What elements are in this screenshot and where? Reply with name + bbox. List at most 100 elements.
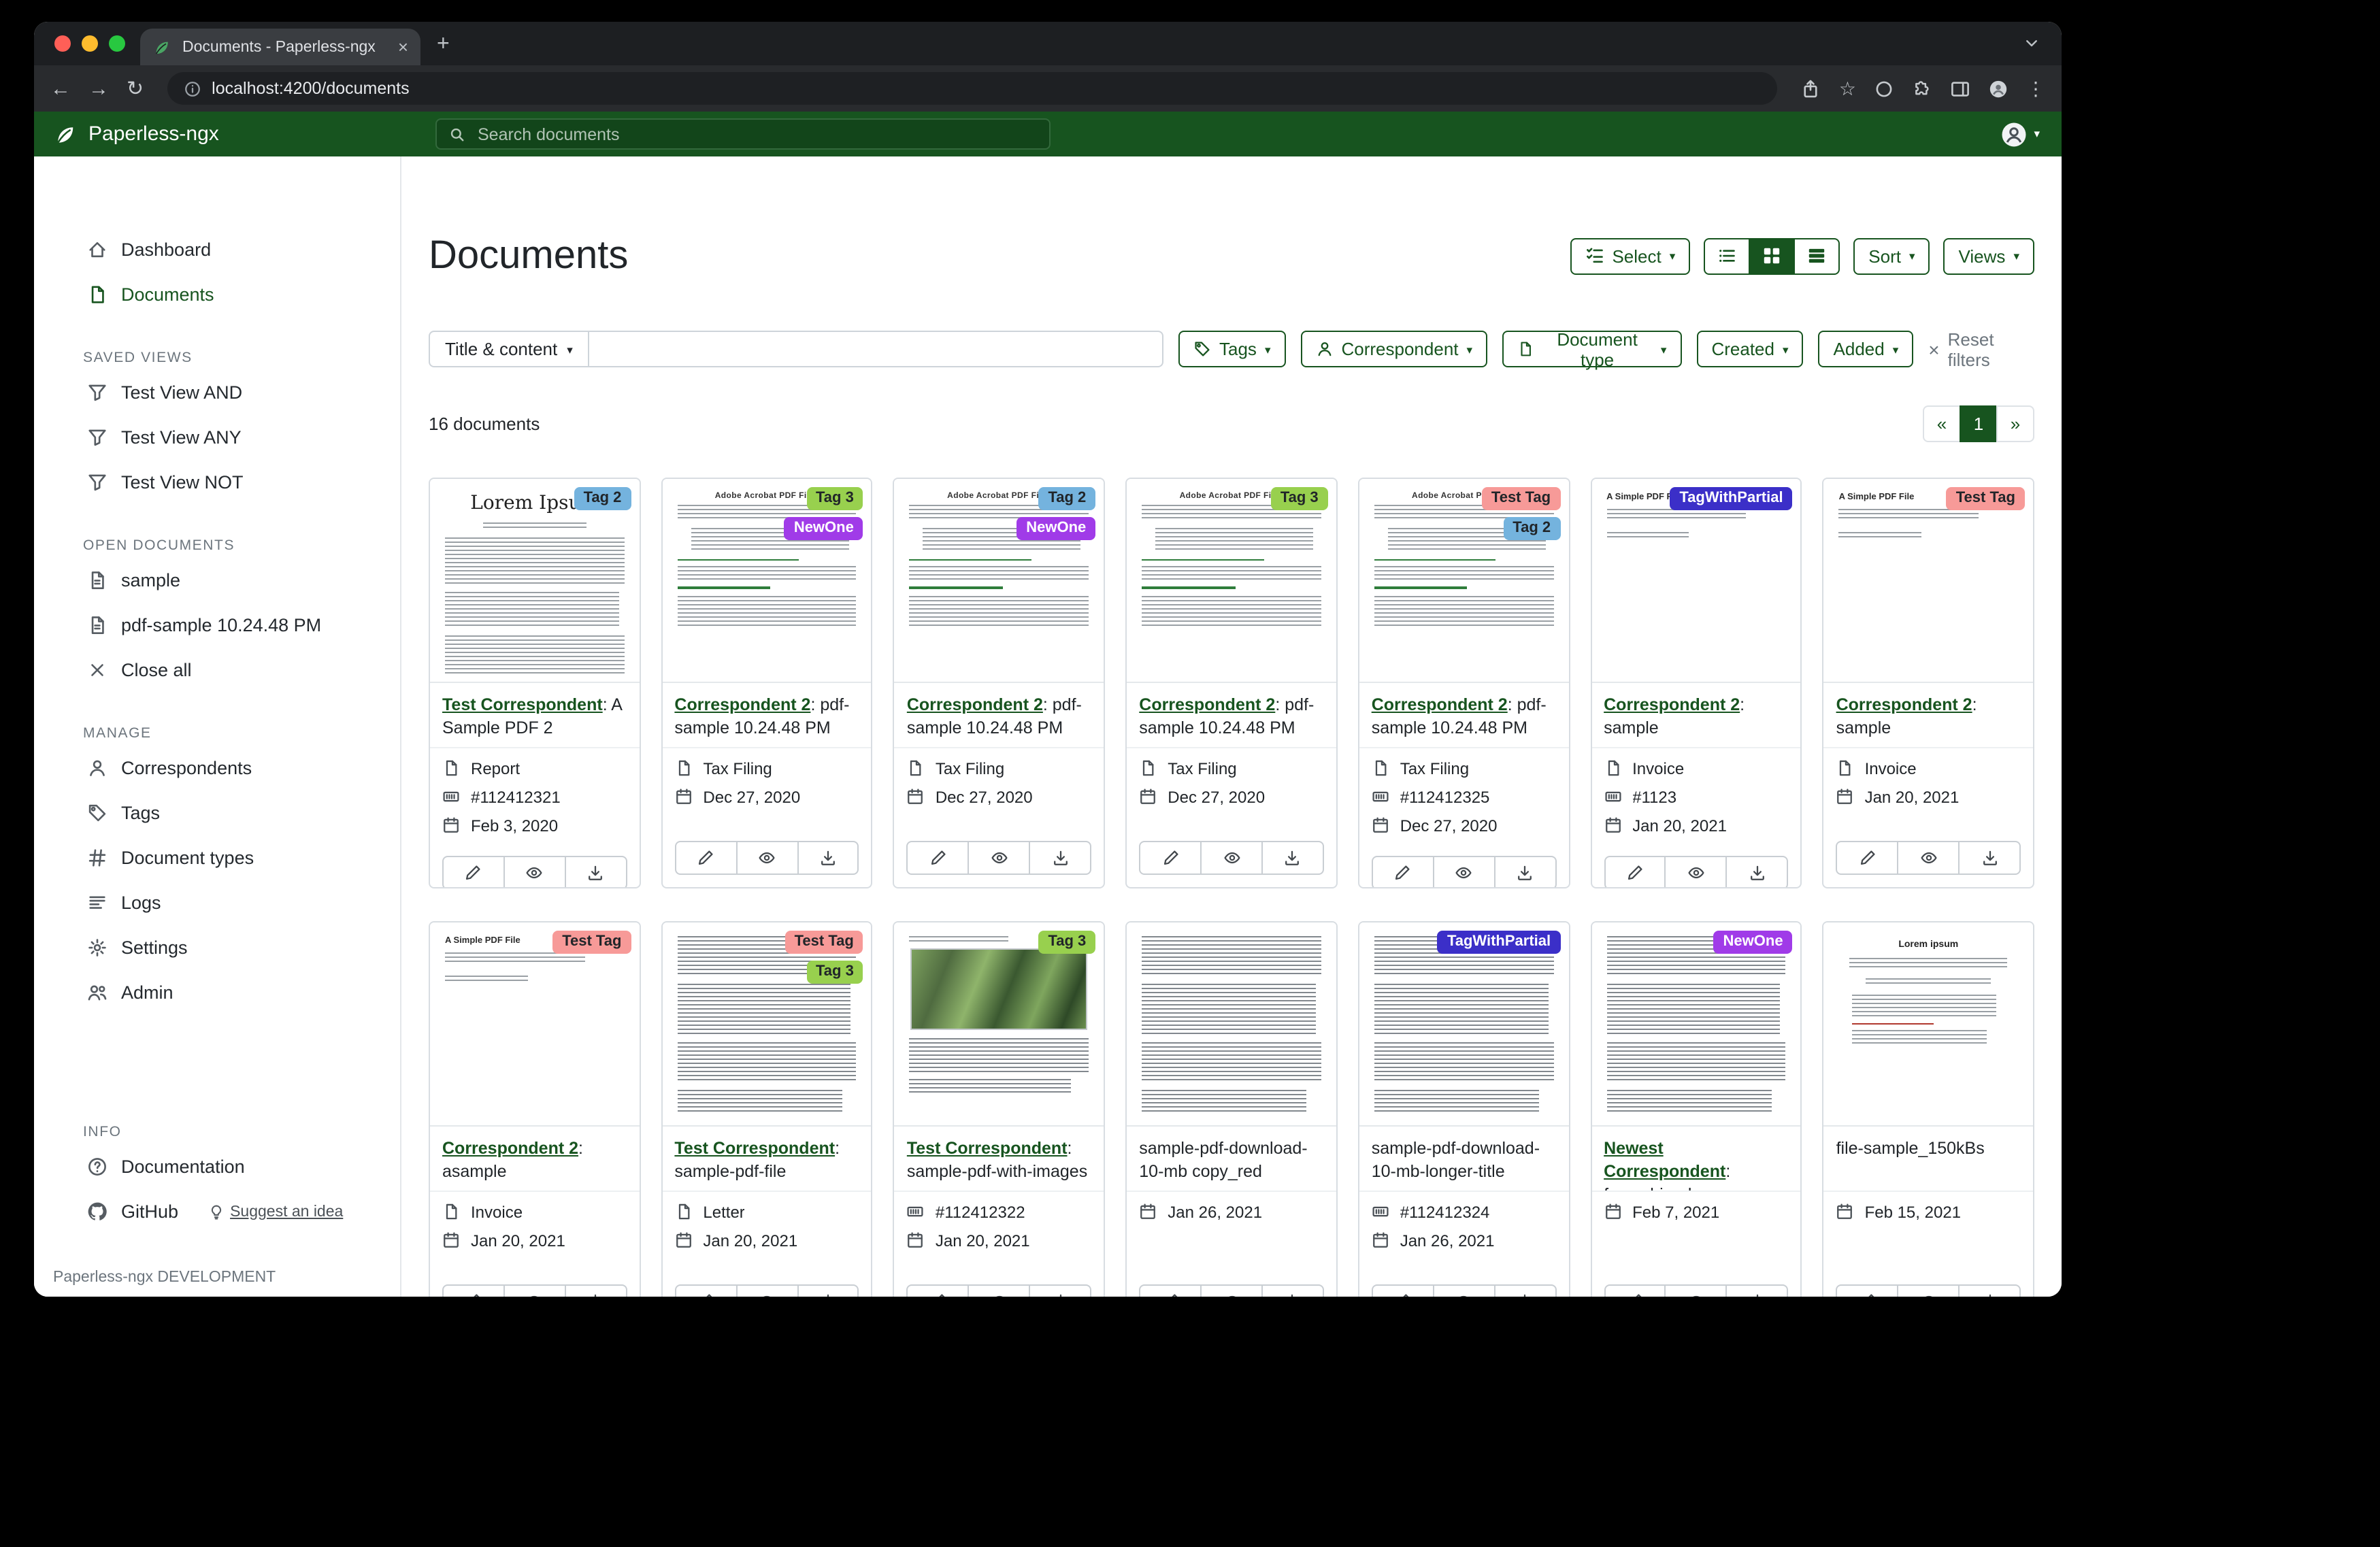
correspondent-link[interactable]: Correspondent 2 — [907, 695, 1043, 714]
tags-filter-button[interactable]: Tags ▾ — [1178, 331, 1286, 368]
site-info-icon[interactable] — [183, 80, 201, 97]
download-button[interactable] — [565, 856, 627, 888]
tag-badge[interactable]: TagWithPartial — [1670, 487, 1792, 510]
document-thumbnail[interactable]: Adobe Acrobat PDF FilesTest TagTag 2 — [1359, 479, 1568, 683]
download-button[interactable] — [797, 841, 859, 875]
correspondent-link[interactable]: Correspondent 2 — [1372, 695, 1508, 714]
document-thumbnail[interactable] — [1127, 922, 1336, 1127]
preview-button[interactable] — [1200, 1284, 1263, 1297]
correspondent-link[interactable]: Correspondent 2 — [442, 1139, 578, 1158]
download-button[interactable] — [1958, 1284, 2021, 1297]
reset-filters-button[interactable]: × Reset filters — [1928, 329, 2034, 370]
new-tab-button[interactable]: + — [437, 34, 450, 56]
correspondent-link[interactable]: Test Correspondent — [442, 695, 603, 714]
download-button[interactable] — [1029, 1284, 1091, 1297]
app-brand[interactable]: Paperless-ngx — [53, 122, 435, 146]
sidebar-item-saved-view[interactable]: Test View AND — [34, 370, 400, 415]
preview-button[interactable] — [1665, 1284, 1728, 1297]
sidebar-item-logs[interactable]: Logs — [34, 880, 400, 925]
browser-profile-avatar[interactable] — [1988, 78, 2009, 99]
back-icon[interactable]: ← — [50, 78, 71, 99]
correspondent-filter-button[interactable]: Correspondent ▾ — [1301, 331, 1488, 368]
edit-button[interactable] — [1836, 841, 1899, 875]
sidebar-item-open-document[interactable]: sample — [34, 558, 400, 603]
tab-search-chevron-icon[interactable] — [2023, 35, 2040, 52]
created-filter-button[interactable]: Created ▾ — [1696, 331, 1803, 368]
page-prev-button[interactable]: « — [1923, 405, 1961, 442]
sidebar-item-settings[interactable]: Settings — [34, 925, 400, 970]
edit-button[interactable] — [442, 1284, 505, 1297]
download-button[interactable] — [1261, 1284, 1324, 1297]
preview-button[interactable] — [968, 841, 1031, 875]
correspondent-link[interactable]: Correspondent 2 — [1604, 695, 1740, 714]
views-button[interactable]: Views ▾ — [1944, 238, 2034, 275]
forward-icon[interactable]: → — [88, 78, 109, 99]
preview-button[interactable] — [1200, 841, 1263, 875]
global-search[interactable] — [435, 118, 1051, 150]
tag-badge[interactable]: TagWithPartial — [1438, 931, 1560, 954]
document-thumbnail[interactable]: NewOne — [1591, 922, 1800, 1127]
minimize-window-button[interactable] — [82, 35, 98, 52]
sort-button[interactable]: Sort ▾ — [1853, 238, 1930, 275]
document-thumbnail[interactable]: A Simple PDF FileTagWithPartial — [1591, 479, 1800, 683]
added-filter-button[interactable]: Added ▾ — [1819, 331, 1914, 368]
view-details-button[interactable] — [1704, 238, 1750, 275]
document-type-filter-button[interactable]: Document type ▾ — [1502, 331, 1681, 368]
extensions-puzzle-icon[interactable] — [1912, 78, 1932, 99]
user-menu[interactable]: ▾ — [2000, 120, 2040, 148]
sidebar-item-document-types[interactable]: Document types — [34, 835, 400, 880]
filter-text-input[interactable] — [589, 331, 1163, 368]
correspondent-link[interactable]: Correspondent 2 — [1836, 695, 1972, 714]
tag-badge[interactable]: Test Tag — [1947, 487, 2025, 510]
download-button[interactable] — [797, 1284, 859, 1297]
tag-badge[interactable]: Tag 3 — [806, 961, 863, 984]
document-thumbnail[interactable]: Test Tag Tag 3 — [662, 922, 871, 1127]
preview-button[interactable] — [736, 841, 798, 875]
sidebar-item-close-all[interactable]: Close all — [34, 648, 400, 693]
download-button[interactable] — [1493, 1284, 1556, 1297]
tag-badge[interactable]: Tag 2 — [1503, 517, 1560, 540]
download-button[interactable] — [1029, 841, 1091, 875]
edit-button[interactable] — [1604, 856, 1666, 888]
browser-menu-kebab-icon[interactable]: ⋮ — [2026, 79, 2045, 98]
sidebar-item-correspondents[interactable]: Correspondents — [34, 746, 400, 791]
edit-button[interactable] — [1372, 856, 1434, 888]
tag-badge[interactable]: Tag 3 — [1038, 931, 1095, 954]
edit-button[interactable] — [1836, 1284, 1899, 1297]
reload-icon[interactable]: ↻ — [127, 78, 144, 99]
sidebar-item-github[interactable]: GitHub Suggest an idea — [34, 1189, 400, 1234]
browser-tab[interactable]: Documents - Paperless-ngx × — [140, 29, 420, 65]
preview-button[interactable] — [736, 1284, 798, 1297]
correspondent-link[interactable]: Newest Correspondent — [1604, 1139, 1725, 1181]
view-grid-button[interactable] — [1749, 238, 1795, 275]
edit-button[interactable] — [442, 856, 505, 888]
filter-field-dropdown[interactable]: Title & content ▾ — [429, 331, 589, 368]
preview-button[interactable] — [1665, 856, 1728, 888]
edit-button[interactable] — [907, 841, 970, 875]
sidebar-item-tags[interactable]: Tags — [34, 791, 400, 835]
document-thumbnail[interactable]: Adobe Acrobat PDF FilesTag 3NewOne — [662, 479, 871, 683]
share-icon[interactable] — [1801, 78, 1821, 99]
document-thumbnail[interactable]: A Simple PDF FileTest Tag — [430, 922, 639, 1127]
tag-badge[interactable]: Tag 3 — [806, 487, 863, 510]
sidebar-item-dashboard[interactable]: Dashboard — [34, 227, 400, 272]
preview-button[interactable] — [1433, 856, 1495, 888]
sidebar-item-open-document[interactable]: pdf-sample 10.24.48 PM — [34, 603, 400, 648]
edit-button[interactable] — [1372, 1284, 1434, 1297]
download-button[interactable] — [1958, 841, 2021, 875]
bookmark-star-icon[interactable]: ☆ — [1839, 79, 1856, 98]
view-rows-button[interactable] — [1794, 238, 1840, 275]
page-1-button[interactable]: 1 — [1960, 405, 1998, 442]
document-thumbnail[interactable]: A Simple PDF FileTest Tag — [1824, 479, 2033, 683]
tag-badge[interactable]: NewOne — [1714, 931, 1793, 954]
preview-button[interactable] — [503, 1284, 566, 1297]
tag-badge[interactable]: Test Tag — [785, 931, 863, 954]
side-panel-icon[interactable] — [1950, 78, 1970, 99]
preview-button[interactable] — [503, 856, 566, 888]
page-next-button[interactable]: » — [1996, 405, 2034, 442]
close-window-button[interactable] — [54, 35, 71, 52]
suggest-idea-link[interactable]: Suggest an idea — [208, 1203, 343, 1220]
download-button[interactable] — [565, 1284, 627, 1297]
select-button[interactable]: Select ▾ — [1570, 238, 1690, 275]
document-thumbnail[interactable]: TagWithPartial — [1359, 922, 1568, 1127]
